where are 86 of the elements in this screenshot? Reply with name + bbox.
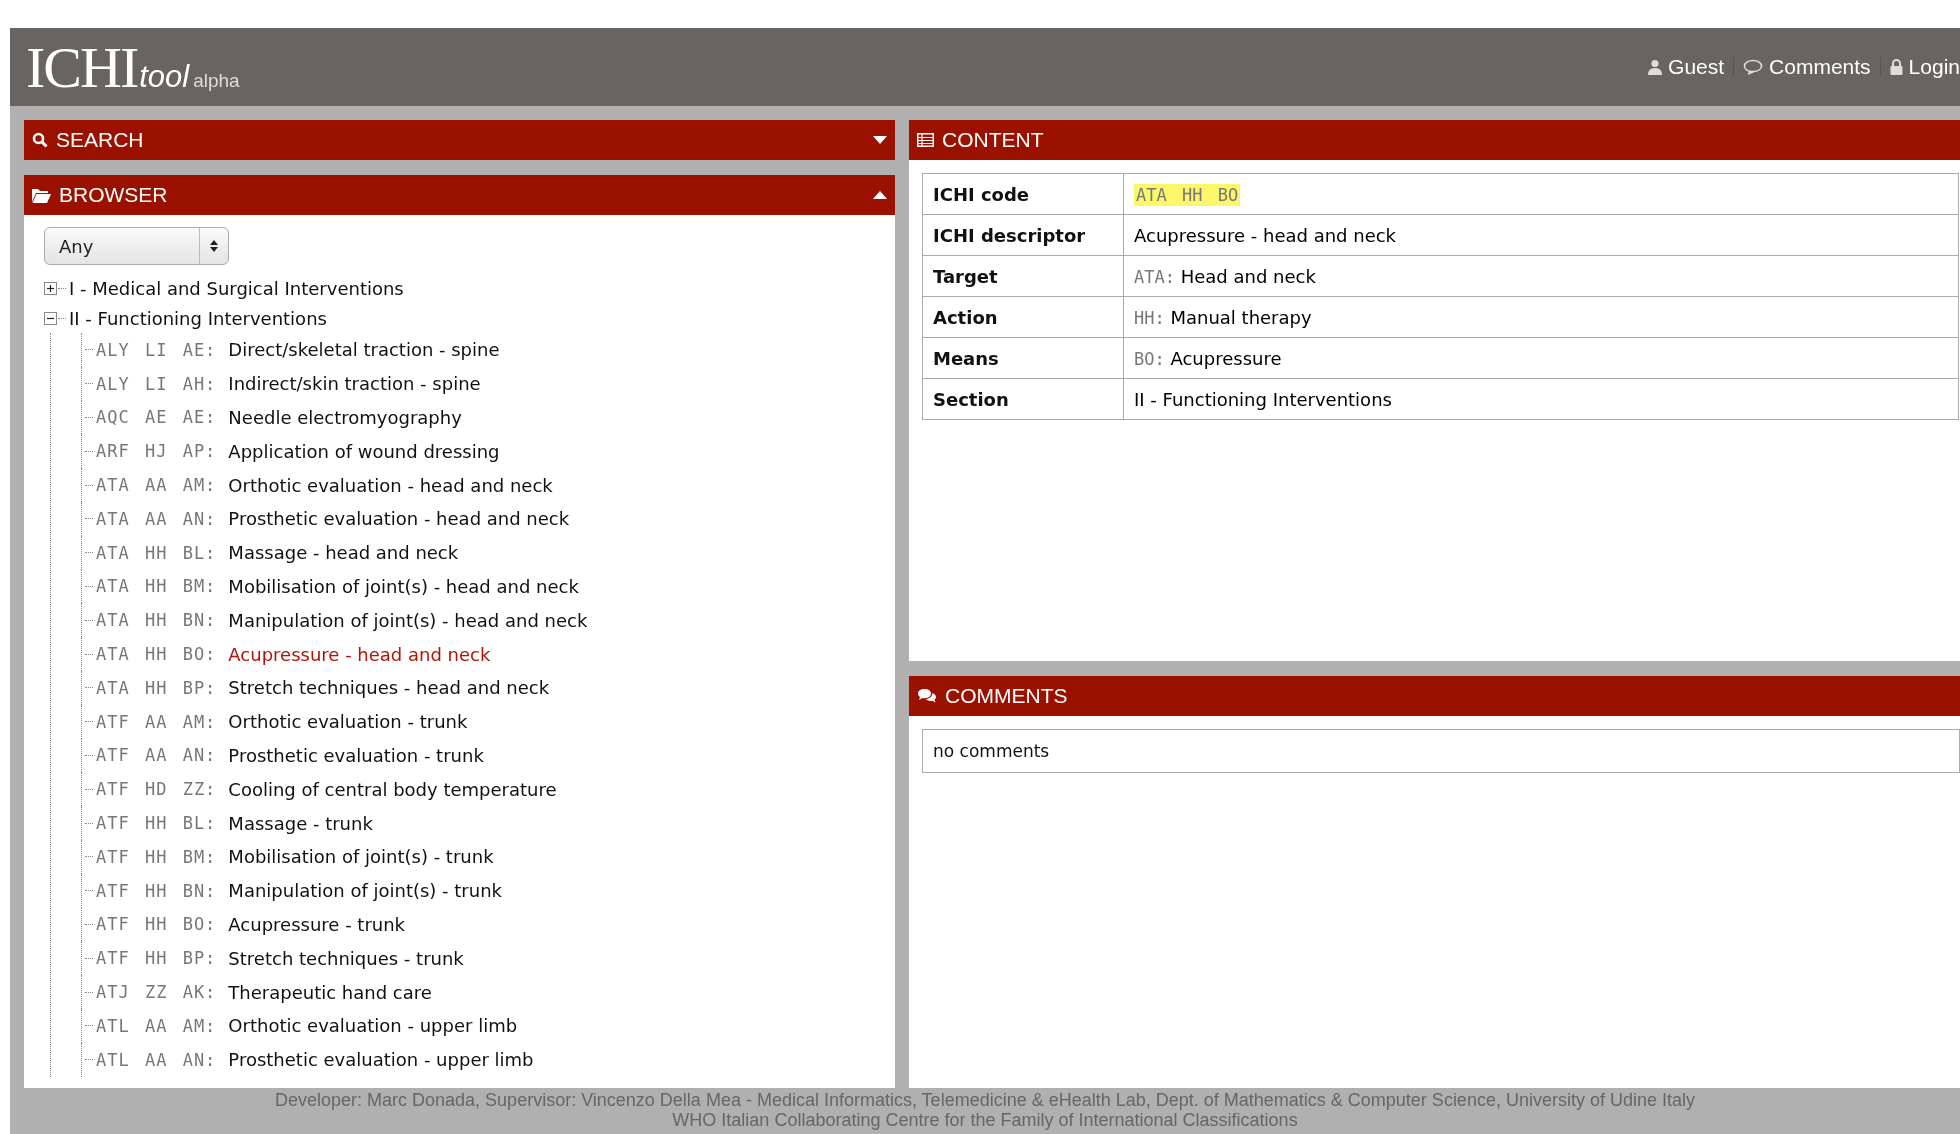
filter-dropdown[interactable]: Any — [44, 227, 229, 265]
code-label: ATF HH BN: — [96, 880, 217, 901]
tree-item[interactable]: Mobilisation of joint(s) - head and neck — [228, 575, 579, 597]
code-label: ATF HH BL: — [96, 813, 217, 834]
code-label: ATA HH BM: — [96, 576, 217, 597]
tree-item[interactable]: Direct/skeletal traction - spine — [228, 339, 500, 361]
tree-item[interactable]: Acupressure - trunk — [228, 913, 406, 935]
tree-item[interactable]: Therapeutic hand care — [228, 981, 432, 1003]
tree-item[interactable]: Orthotic evaluation - upper limb — [228, 1015, 518, 1037]
row-label: ICHI code — [922, 173, 1124, 215]
empty-message: no comments — [933, 741, 1050, 761]
tree-item[interactable]: Orthotic evaluation - head and neck — [228, 474, 553, 496]
code-label: ATA HH BO: — [96, 644, 217, 665]
caret-icon[interactable] — [873, 136, 887, 144]
user-icon — [1648, 59, 1663, 75]
code-label: ATL AA AN: — [96, 1049, 217, 1070]
code-label: ATF AA AM: — [96, 711, 217, 732]
code-label: ATF HH BM: — [96, 846, 217, 867]
speech-bubble-icon — [1743, 59, 1764, 75]
tree-item[interactable]: Application of wound dressing — [228, 440, 500, 462]
field-value: Manual therapy — [1170, 306, 1312, 328]
code-label: ATF HH BP: — [96, 948, 217, 969]
tree-item[interactable]: Needle electromyography — [228, 407, 462, 428]
table-icon — [917, 133, 934, 147]
tree-item[interactable]: Prosthetic evaluation - upper limb — [228, 1049, 534, 1071]
row-label: Action — [922, 296, 1124, 338]
footer-text: Developer: Marc Donada, Supervisor: Vincenzo Della Mea - Medical Informatics, Telemedicine & eHealth Lab, Dept. of Mathematics & Computer Science, University of Udine Italy — [274, 1090, 1696, 1110]
folder-icon — [32, 187, 51, 203]
code-label: ATL AA AM: — [96, 1015, 217, 1036]
comments-icon — [917, 688, 937, 704]
panel-title: CONTENT — [942, 128, 1044, 152]
browser-panel-header[interactable]: BROWSER — [24, 175, 895, 215]
code-label: ARF HJ AP: — [96, 441, 217, 462]
code-label: ATF HH BO: — [96, 914, 217, 935]
tree-node-label[interactable]: II - Functioning Interventions — [69, 307, 327, 329]
tree-item[interactable]: Manipulation of joint(s) - head and neck — [228, 609, 588, 631]
panel-title: SEARCH — [56, 128, 144, 152]
field-value: Acupressure — [1170, 347, 1282, 369]
tree-item[interactable]: Acupressure - head and neck — [228, 643, 491, 665]
tree-item[interactable]: Indirect/skin traction - spine — [228, 373, 481, 395]
tree-item[interactable]: Prosthetic evaluation - trunk — [228, 744, 484, 766]
panel-title: BROWSER — [59, 183, 168, 207]
tree-item[interactable]: Massage - trunk — [228, 812, 373, 834]
code-label: ATF AA AN: — [96, 745, 217, 766]
code-label: ATF HD ZZ: — [96, 779, 217, 800]
code-label: ALY LI AH: — [96, 373, 217, 394]
row-label: Section — [922, 378, 1124, 420]
code-label: ATA HH BP: — [96, 677, 217, 698]
code-highlight: ATA HH BO — [1134, 183, 1241, 206]
tree-item[interactable]: Manipulation of joint(s) - trunk — [228, 880, 502, 902]
code-label: ATA HH BN: — [96, 610, 217, 631]
header-link[interactable]: Comments — [1743, 55, 1871, 79]
dropdown-arrows-icon — [210, 239, 218, 253]
expand-toggle[interactable] — [44, 311, 57, 325]
header-link[interactable]: Login — [1889, 55, 1960, 79]
code-label: ATA HH BL: — [96, 542, 217, 563]
code-label: AQC AE AE: — [96, 407, 217, 428]
caret-icon[interactable] — [873, 191, 887, 199]
field-value: Head and neck — [1180, 265, 1316, 287]
code-label: ALY LI AE: — [96, 339, 217, 360]
tree-item[interactable]: Mobilisation of joint(s) - trunk — [228, 846, 494, 868]
tree-node-label[interactable]: I - Medical and Surgical Interventions — [69, 277, 404, 299]
code-label: BO: — [1134, 348, 1165, 369]
code-label: HH: — [1134, 307, 1165, 328]
footer-text: WHO Italian Collaborating Centre for the Family of International Classifications — [671, 1110, 1299, 1130]
row-label: Means — [922, 337, 1124, 379]
search-icon — [32, 132, 48, 148]
row-label: Target — [922, 255, 1124, 297]
field-value: Acupressure - head and neck — [1123, 214, 1959, 256]
field-value: II - Functioning Interventions — [1123, 378, 1959, 420]
row-label: ICHI descriptor — [922, 214, 1124, 256]
search-panel-header[interactable]: SEARCH — [24, 120, 895, 160]
code-label: ATA AA AN: — [96, 508, 217, 529]
code-label: ATJ ZZ AK: — [96, 982, 217, 1003]
code-label: ATA: — [1134, 266, 1175, 287]
tree-item[interactable]: Cooling of central body temperature — [228, 778, 557, 800]
tree-item[interactable]: Massage - head and neck — [228, 542, 459, 564]
tree-item[interactable]: Stretch techniques - head and neck — [228, 677, 550, 699]
tree-item[interactable]: Prosthetic evaluation - head and neck — [228, 508, 570, 530]
tree-item[interactable]: Stretch techniques - trunk — [228, 947, 464, 969]
header-link[interactable]: Guest — [1648, 55, 1725, 79]
panel-title: COMMENTS — [945, 684, 1068, 708]
code-label: ATA AA AM: — [96, 475, 217, 496]
tree-item[interactable]: Orthotic evaluation - trunk — [228, 711, 468, 733]
expand-toggle[interactable] — [44, 281, 57, 295]
lock-icon — [1889, 59, 1903, 75]
